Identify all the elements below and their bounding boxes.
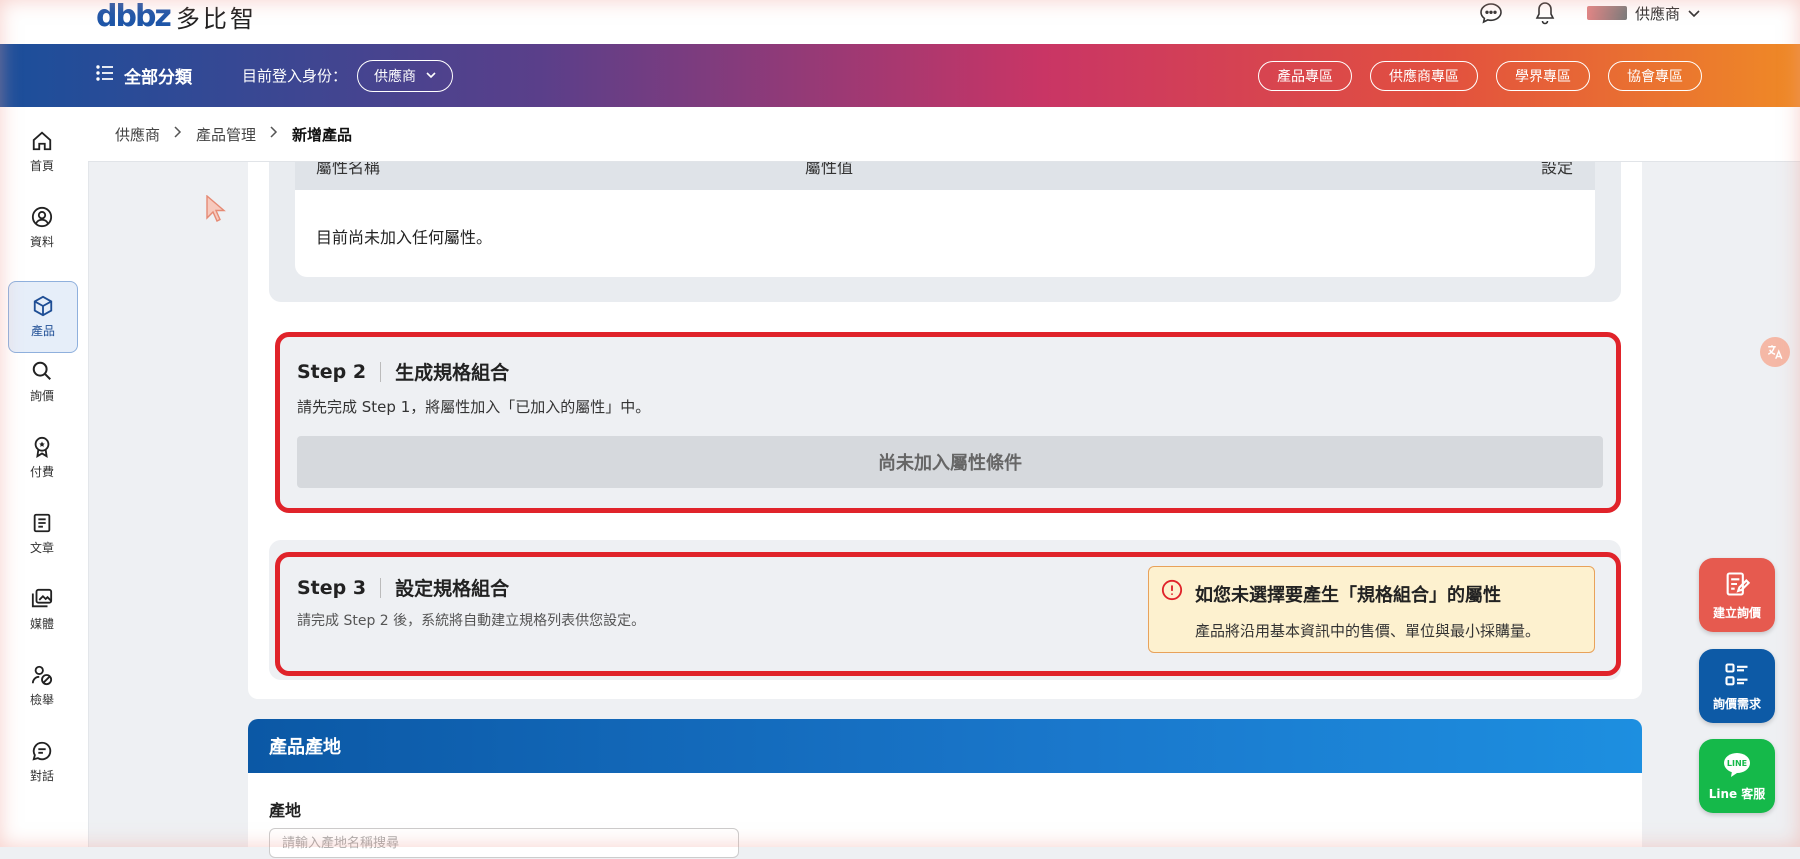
line-service-button[interactable]: LINE Line 客服 xyxy=(1699,739,1775,813)
company-logo xyxy=(1586,6,1627,20)
line-service-label: Line 客服 xyxy=(1708,786,1766,801)
variant-warning-notice: 如您未選擇要產生「規格組合」的屬性 產品將沿用基本資訊中的售價、單位與最小採購量… xyxy=(1148,566,1595,653)
login-identity-label: 目前登入身份： xyxy=(242,67,348,85)
logo-mark: dbbz xyxy=(96,0,172,34)
mouse-cursor-icon xyxy=(206,195,226,222)
warning-title: 如您未選擇要產生「規格組合」的屬性 xyxy=(1195,585,1501,606)
step2-pending-bar: 尚未加入屬性條件 xyxy=(297,436,1603,488)
step2-heading: Step 2 生成規格組合 xyxy=(297,358,509,385)
logo-text: 多比智 xyxy=(175,4,257,33)
user-menu[interactable]: 供應商 xyxy=(1586,3,1700,24)
media-icon xyxy=(31,588,53,608)
checklist-icon xyxy=(1725,662,1748,685)
create-inquiry-label: 建立詢價 xyxy=(1712,605,1761,620)
zone-suppliers-link[interactable]: 供應商專區 xyxy=(1370,60,1478,91)
top-actions: 供應商 xyxy=(1479,0,1700,26)
all-categories-button[interactable]: 全部分類 xyxy=(96,44,192,107)
chat-icon xyxy=(32,741,52,761)
sidebar-item-payment[interactable]: 付費 xyxy=(8,423,76,493)
step2-description: 請先完成 Step 1，將屬性加入「已加入的屬性」中。 xyxy=(297,398,651,416)
origin-field-label: 產地 xyxy=(269,801,302,820)
user-circle-icon xyxy=(31,206,53,228)
all-categories-label: 全部分類 xyxy=(124,68,192,88)
edit-note-icon xyxy=(1726,571,1751,596)
step3-description: 請完成 Step 2 後，系統將自動建立規格列表供您設定。 xyxy=(297,613,646,629)
message-icon[interactable] xyxy=(1479,1,1503,25)
sidebar-item-inquiry[interactable]: 詢價 xyxy=(8,347,76,417)
divider xyxy=(380,361,382,382)
sidebar-item-label: 對話 xyxy=(29,769,54,783)
chevron-right-icon xyxy=(174,126,182,142)
warning-text: 產品將沿用基本資訊中的售價、單位與最小採購量。 xyxy=(1195,622,1541,640)
user-name: 供應商 xyxy=(1634,4,1680,23)
step3-heading: Step 3 設定規格組合 xyxy=(297,574,509,601)
attributes-table: 屬性名稱 屬性值 設定 目前尚未加入任何屬性。 xyxy=(295,162,1595,277)
alert-circle-icon xyxy=(1161,579,1183,601)
attributes-table-header: 屬性名稱 屬性值 設定 xyxy=(295,162,1595,190)
column-attribute-value: 屬性值 xyxy=(805,162,854,177)
zone-academia-link[interactable]: 學界專區 xyxy=(1496,60,1590,91)
award-icon xyxy=(34,436,50,458)
sidebar-item-label: 檢舉 xyxy=(29,693,54,707)
sidebar-item-report[interactable]: 檢舉 xyxy=(8,651,76,721)
sidebar: 首頁 資料 產品 詢價 付費 文章 媒體 檢舉 對話 xyxy=(0,107,89,847)
step3-title: 設定規格組合 xyxy=(395,578,510,600)
zone-links: 產品專區 供應商專區 學界專區 協會專區 xyxy=(1258,44,1702,107)
sidebar-item-products[interactable]: 產品 xyxy=(8,281,78,353)
sidebar-item-media[interactable]: 媒體 xyxy=(8,575,76,645)
chevron-right-icon xyxy=(270,126,278,142)
step2-title: 生成規格組合 xyxy=(395,362,510,384)
line-chat-icon: LINE xyxy=(1724,752,1750,777)
list-icon xyxy=(96,65,114,86)
top-header: dbbz 多比智 供應商 xyxy=(0,0,1800,44)
sidebar-item-label: 產品 xyxy=(30,324,55,338)
step2-section: Step 2 生成規格組合 請先完成 Step 1，將屬性加入「已加入的屬性」中… xyxy=(275,332,1621,513)
column-attribute-name: 屬性名稱 xyxy=(316,162,381,177)
column-settings: 設定 xyxy=(1540,162,1573,177)
sidebar-item-profile[interactable]: 資料 xyxy=(8,193,76,263)
breadcrumb-supplier[interactable]: 供應商 xyxy=(115,124,160,145)
step2-number: Step 2 xyxy=(297,360,367,383)
breadcrumb: 供應商 產品管理 新增產品 xyxy=(88,107,1800,162)
sidebar-item-label: 媒體 xyxy=(29,617,54,631)
inquiry-needs-label: 詢價需求 xyxy=(1712,696,1761,711)
product-origin-section: 產地 請輸入產地名稱搜尋 xyxy=(248,773,1642,858)
step3-number: Step 3 xyxy=(297,576,367,599)
sidebar-item-label: 文章 xyxy=(29,541,54,555)
svg-text:LINE: LINE xyxy=(1727,759,1747,768)
sidebar-item-chat[interactable]: 對話 xyxy=(8,727,76,797)
site-logo[interactable]: dbbz 多比智 xyxy=(96,0,257,34)
report-icon xyxy=(31,665,53,686)
sidebar-item-home[interactable]: 首頁 xyxy=(8,117,76,187)
translate-icon[interactable] xyxy=(1760,337,1790,367)
document-icon xyxy=(33,513,51,533)
product-origin-header: 產品產地 xyxy=(248,719,1642,773)
sidebar-item-articles[interactable]: 文章 xyxy=(8,499,76,569)
divider xyxy=(380,577,382,598)
box-icon xyxy=(33,295,53,317)
breadcrumb-product-management[interactable]: 產品管理 xyxy=(196,124,256,145)
login-identity: 目前登入身份： 供應商 xyxy=(242,44,454,107)
breadcrumb-current: 新增產品 xyxy=(292,125,353,144)
search-icon xyxy=(32,361,51,380)
sidebar-item-label: 付費 xyxy=(29,465,54,479)
bell-icon[interactable] xyxy=(1533,1,1557,25)
zone-association-link[interactable]: 協會專區 xyxy=(1608,60,1702,91)
role-select[interactable]: 供應商 xyxy=(357,59,454,92)
chevron-down-icon xyxy=(426,72,436,79)
sidebar-item-label: 資料 xyxy=(29,235,54,249)
zone-products-link[interactable]: 產品專區 xyxy=(1258,60,1352,91)
category-banner: 全部分類 目前登入身份： 供應商 產品專區 供應商專區 學界專區 協會專區 xyxy=(0,44,1800,107)
sidebar-item-label: 詢價 xyxy=(29,389,54,403)
sidebar-item-label: 首頁 xyxy=(29,159,54,173)
role-value: 供應商 xyxy=(374,68,417,85)
origin-search-input[interactable]: 請輸入產地名稱搜尋 xyxy=(269,828,739,858)
create-inquiry-button[interactable]: 建立詢價 xyxy=(1699,558,1775,632)
attributes-empty-message: 目前尚未加入任何屬性。 xyxy=(316,228,493,247)
home-icon xyxy=(32,131,52,151)
chevron-down-icon xyxy=(1688,4,1700,22)
inquiry-needs-button[interactable]: 詢價需求 xyxy=(1699,649,1775,723)
